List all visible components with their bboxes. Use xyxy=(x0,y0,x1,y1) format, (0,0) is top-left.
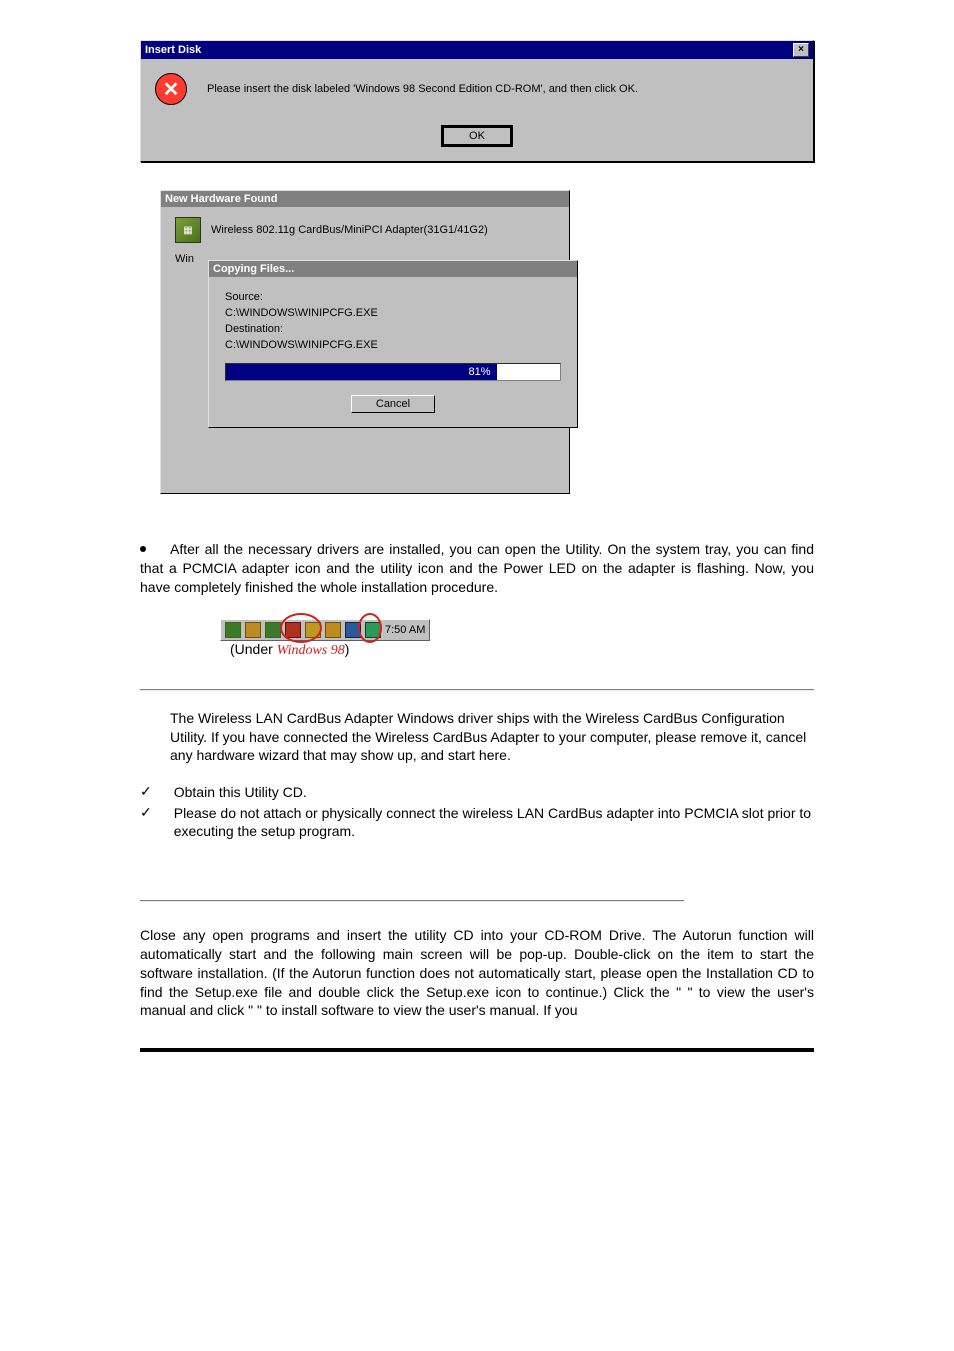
red-circle-annotation-2 xyxy=(358,613,382,643)
insert-disk-title: Insert Disk xyxy=(145,44,201,56)
close-icon[interactable]: × xyxy=(793,43,809,57)
insert-disk-body: ✕ Please insert the disk labeled 'Window… xyxy=(141,59,813,161)
bullet-text: After all the necessary drivers are inst… xyxy=(140,541,814,595)
copying-title: Copying Files... xyxy=(213,263,294,275)
footer-rule xyxy=(140,1048,814,1052)
copy-progress-fill: 81% xyxy=(226,364,497,380)
systray-figure: 7:50 AM (Under Windows 98) xyxy=(220,619,430,659)
tray-icon-2 xyxy=(245,622,261,638)
ok-button[interactable]: OK xyxy=(441,125,513,147)
red-circle-annotation-1 xyxy=(280,613,322,643)
tray-clock: 7:50 AM xyxy=(385,624,425,636)
tray-caption: (Under Windows 98) xyxy=(230,641,430,659)
insert-disk-message: Please insert the disk labeled 'Windows … xyxy=(207,83,638,95)
source-label: Source: xyxy=(225,291,561,303)
separator-2 xyxy=(140,900,684,902)
destination-label: Destination: xyxy=(225,323,561,335)
insert-disk-titlebar: Insert Disk × xyxy=(141,41,813,59)
hardware-icon: ▦ xyxy=(175,217,201,243)
bullet-icon xyxy=(140,546,146,552)
bullet-paragraph: After all the necessary drivers are inst… xyxy=(140,540,814,597)
tray-icon-6 xyxy=(325,622,341,638)
system-tray: 7:50 AM xyxy=(220,619,430,641)
tray-icon-3 xyxy=(265,622,281,638)
error-icon: ✕ xyxy=(155,73,187,105)
new-hardware-title: New Hardware Found xyxy=(165,193,277,205)
copy-progress-bar: 81% xyxy=(225,363,561,381)
check-icon: ✓ xyxy=(140,783,152,801)
insert-disk-dialog: Insert Disk × ✕ Please insert the disk l… xyxy=(140,40,814,162)
new-hardware-titlebar: New Hardware Found xyxy=(161,191,569,207)
list-item-text: Obtain this Utility CD. xyxy=(174,783,814,801)
separator-1 xyxy=(140,689,814,691)
list-item: ✓ Please do not attach or physically con… xyxy=(140,804,814,840)
check-icon: ✓ xyxy=(140,804,152,840)
copying-titlebar: Copying Files... xyxy=(209,261,577,277)
list-item: ✓ Obtain this Utility CD. xyxy=(140,783,814,801)
install-paragraph: Close any open programs and insert the u… xyxy=(140,926,814,1020)
copying-files-dialog: Copying Files... Source: C:\WINDOWS\WINI… xyxy=(208,260,578,428)
section1-paragraph: The Wireless LAN CardBus Adapter Windows… xyxy=(170,709,814,766)
source-value: C:\WINDOWS\WINIPCFG.EXE xyxy=(225,307,561,319)
list-item-text: Please do not attach or physically conne… xyxy=(174,804,814,840)
destination-value: C:\WINDOWS\WINIPCFG.EXE xyxy=(225,339,561,351)
new-hardware-device: Wireless 802.11g CardBus/MiniPCI Adapter… xyxy=(211,224,488,236)
prerequisites-list: ✓ Obtain this Utility CD. ✓ Please do no… xyxy=(140,783,814,840)
copy-progress-text: 81% xyxy=(469,366,491,378)
cancel-button[interactable]: Cancel xyxy=(351,395,435,413)
nested-dialog-area: New Hardware Found ▦ Wireless 802.11g Ca… xyxy=(140,190,814,520)
tray-caption-os: Windows 98 xyxy=(277,643,345,658)
tray-icon-1 xyxy=(225,622,241,638)
